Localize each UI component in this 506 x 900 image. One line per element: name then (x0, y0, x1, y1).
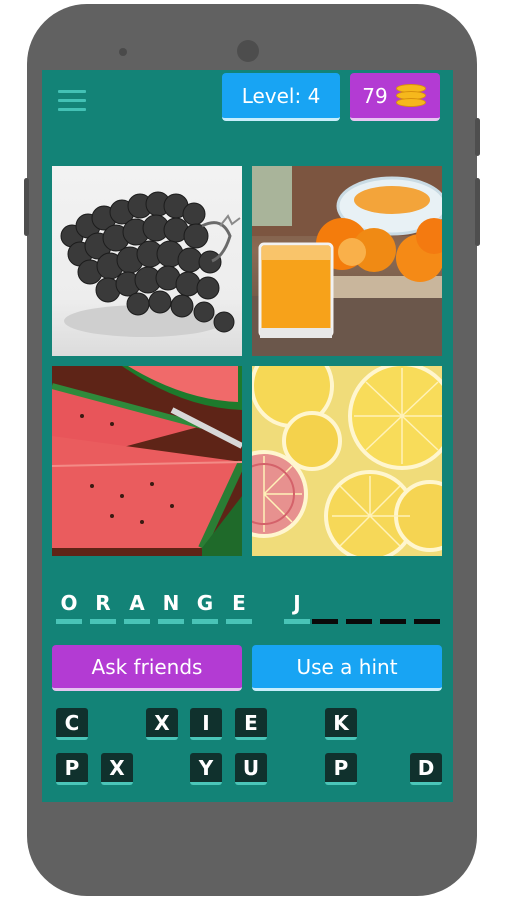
answer-slot[interactable]: R (90, 590, 116, 626)
side-button (475, 118, 480, 156)
answer-slot[interactable]: G (192, 590, 218, 626)
letter-key[interactable]: U (235, 753, 267, 785)
answer-slot-empty[interactable] (380, 590, 406, 626)
game-screen: Level: 4 79 O R A N G E J Ask friends Us… (42, 70, 453, 802)
picture-watermelon[interactable] (52, 366, 242, 556)
answer-row: O R A N G E J (56, 590, 446, 626)
answer-slot-empty[interactable] (346, 590, 372, 626)
letter-key[interactable]: C (56, 708, 88, 740)
picture-grapes[interactable] (52, 166, 242, 356)
side-button (475, 178, 480, 246)
letter-key[interactable]: D (410, 753, 442, 785)
letter-key[interactable]: I (190, 708, 222, 740)
answer-slot-empty[interactable] (414, 590, 440, 626)
answer-slot-empty[interactable] (312, 590, 338, 626)
letter-key[interactable]: P (325, 753, 357, 785)
ask-friends-button[interactable]: Ask friends (52, 645, 242, 691)
answer-slot[interactable]: A (124, 590, 150, 626)
answer-slot[interactable]: N (158, 590, 184, 626)
use-hint-label: Use a hint (296, 654, 398, 679)
speaker-dot (119, 48, 127, 56)
letter-key[interactable]: P (56, 753, 88, 785)
letter-key[interactable]: X (101, 753, 133, 785)
use-hint-button[interactable]: Use a hint (252, 645, 442, 691)
level-label: Level: 4 (241, 83, 321, 108)
letter-key[interactable]: Y (190, 753, 222, 785)
answer-slot[interactable]: E (226, 590, 252, 626)
front-camera (237, 40, 259, 62)
hamburger-menu-icon[interactable] (58, 90, 86, 112)
coin-count: 79 (362, 83, 388, 108)
picture-orange-juice[interactable] (252, 166, 442, 356)
ask-friends-label: Ask friends (91, 654, 203, 679)
side-button (24, 178, 29, 236)
answer-slot[interactable]: O (56, 590, 82, 626)
answer-slot[interactable]: J (284, 590, 310, 626)
coins-button[interactable]: 79 (350, 73, 440, 121)
letter-key[interactable]: K (325, 708, 357, 740)
coin-stack-icon (394, 83, 428, 109)
picture-citrus-slices[interactable] (252, 366, 442, 556)
letter-key[interactable]: E (235, 708, 267, 740)
level-button[interactable]: Level: 4 (222, 73, 340, 121)
letter-key[interactable]: X (146, 708, 178, 740)
